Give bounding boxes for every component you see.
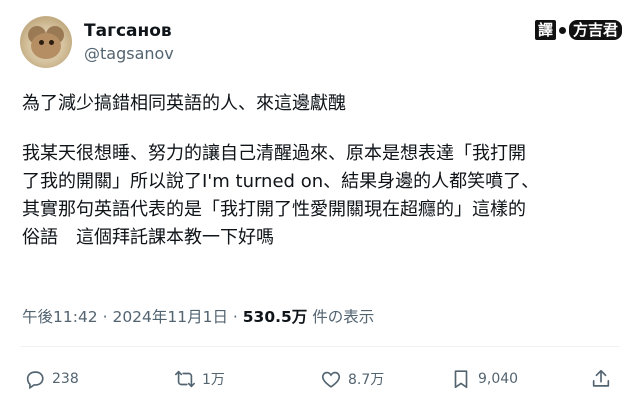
avatar-face xyxy=(31,33,61,59)
like-count: 8.7万 xyxy=(348,372,385,388)
tweet-line: 我某天很想睡、努力的讓自己清醒過來、原本是想表達「我打開 xyxy=(22,143,526,164)
tweet-line: 俗語 這個拜託課本教一下好嗎 xyxy=(22,227,274,248)
tweet-paragraph-1: 為了減少搞錯相同英語的人、來這邊獻醜 xyxy=(22,93,346,114)
tweet-body: 為了減少搞錯相同英語的人、來這邊獻醜 我某天很想睡、努力的讓自己清醒過來、原本是… xyxy=(22,90,622,252)
meta-separator: · xyxy=(97,308,113,326)
avatar[interactable] xyxy=(20,16,72,68)
bookmark-count: 9,040 xyxy=(478,371,519,387)
bookmark-icon xyxy=(454,370,468,389)
retweet-icon xyxy=(175,370,195,388)
tweet-card: Тагсанов @tagsanov 譯 方吉君 為了減少搞錯相同英語的人、來這… xyxy=(0,0,640,417)
view-count-suffix: 件の表示 xyxy=(307,308,375,326)
share-button[interactable] xyxy=(590,368,612,390)
divider xyxy=(20,346,620,347)
tweet-line: 了我的開關」所以說了I'm turned on、結果身邊的人都笑噴了、 xyxy=(22,171,540,192)
tweet-date[interactable]: 2024年11月1日 xyxy=(112,308,228,326)
author-handle[interactable]: @tagsanov xyxy=(84,43,174,65)
translator-watermark: 譯 方吉君 xyxy=(534,20,622,40)
retweet-count: 1万 xyxy=(202,372,225,388)
tweet-header: Тагсанов @tagsanov xyxy=(20,14,174,70)
avatar-eye-left xyxy=(39,40,44,45)
retweet-button[interactable]: 1万 xyxy=(174,368,225,390)
reply-count: 238 xyxy=(52,371,79,387)
tweet-line: 其實那句英語代表的是「我打開了性愛開關現在超癮的」這樣的 xyxy=(22,199,526,220)
bookmark-button[interactable]: 9,040 xyxy=(450,368,518,390)
avatar-eye-right xyxy=(49,40,54,45)
watermark-dot xyxy=(558,26,566,34)
action-bar: 238 1万 8.7万 9,040 xyxy=(20,368,620,402)
like-button[interactable]: 8.7万 xyxy=(320,368,384,390)
meta-separator: · xyxy=(227,308,243,326)
heart-icon xyxy=(321,371,341,388)
tweet-meta: 午後11:42 · 2024年11月1日 · 530.5万 件の表示 xyxy=(22,305,374,327)
reply-icon xyxy=(26,371,44,390)
watermark-label-b: 方吉君 xyxy=(568,20,622,40)
tweet-time[interactable]: 午後11:42 xyxy=(22,308,98,326)
author-display-name[interactable]: Тагсанов xyxy=(84,20,174,42)
share-icon xyxy=(592,369,610,387)
author-names: Тагсанов @tagsanov xyxy=(84,20,174,65)
view-count[interactable]: 530.5万 xyxy=(243,308,308,326)
watermark-label-a: 譯 xyxy=(534,20,556,40)
reply-button[interactable]: 238 xyxy=(24,368,79,390)
tweet-paragraph-2: 我某天很想睡、努力的讓自己清醒過來、原本是想表達「我打開 了我的開關」所以說了I… xyxy=(22,140,622,252)
